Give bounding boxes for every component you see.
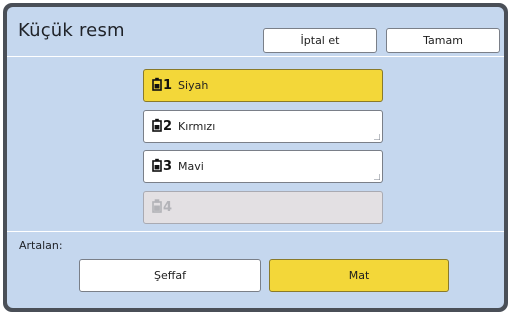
drum-option-1[interactable]: 1 Siyah — [143, 69, 383, 102]
drum-option-3[interactable]: 3 Mavi — [143, 150, 383, 183]
drum-color-name: Kırmızı — [178, 120, 216, 133]
resize-corner-icon — [374, 174, 380, 180]
ink-cylinder-icon — [152, 117, 162, 136]
resize-corner-icon — [374, 134, 380, 140]
ink-cylinder-icon — [152, 76, 162, 95]
dialog-header: Küçük resm İptal et Tamam — [7, 7, 504, 57]
transparent-background-button[interactable]: Şeffaf — [79, 259, 261, 292]
drum-number: 3 — [163, 159, 173, 174]
dialog-panel: Küçük resm İptal et Tamam 1 Siyah 2 Kırm… — [7, 7, 504, 308]
drum-option-4: 4 — [143, 191, 383, 224]
drum-color-name: Siyah — [178, 79, 209, 92]
ok-button[interactable]: Tamam — [386, 28, 500, 53]
ink-cylinder-icon — [152, 198, 162, 217]
drum-number: 2 — [163, 119, 173, 134]
section-divider — [7, 231, 504, 232]
matte-background-button[interactable]: Mat — [269, 259, 449, 292]
cancel-button[interactable]: İptal et — [263, 28, 377, 53]
drum-option-2[interactable]: 2 Kırmızı — [143, 110, 383, 143]
dialog-frame: Küçük resm İptal et Tamam 1 Siyah 2 Kırm… — [3, 3, 508, 312]
ink-cylinder-icon — [152, 157, 162, 176]
drum-color-name: Mavi — [178, 160, 204, 173]
drum-number: 4 — [163, 200, 173, 215]
background-label: Artalan: — [19, 239, 63, 252]
dialog-title: Küçük resm — [18, 20, 125, 41]
drum-number: 1 — [163, 78, 173, 93]
